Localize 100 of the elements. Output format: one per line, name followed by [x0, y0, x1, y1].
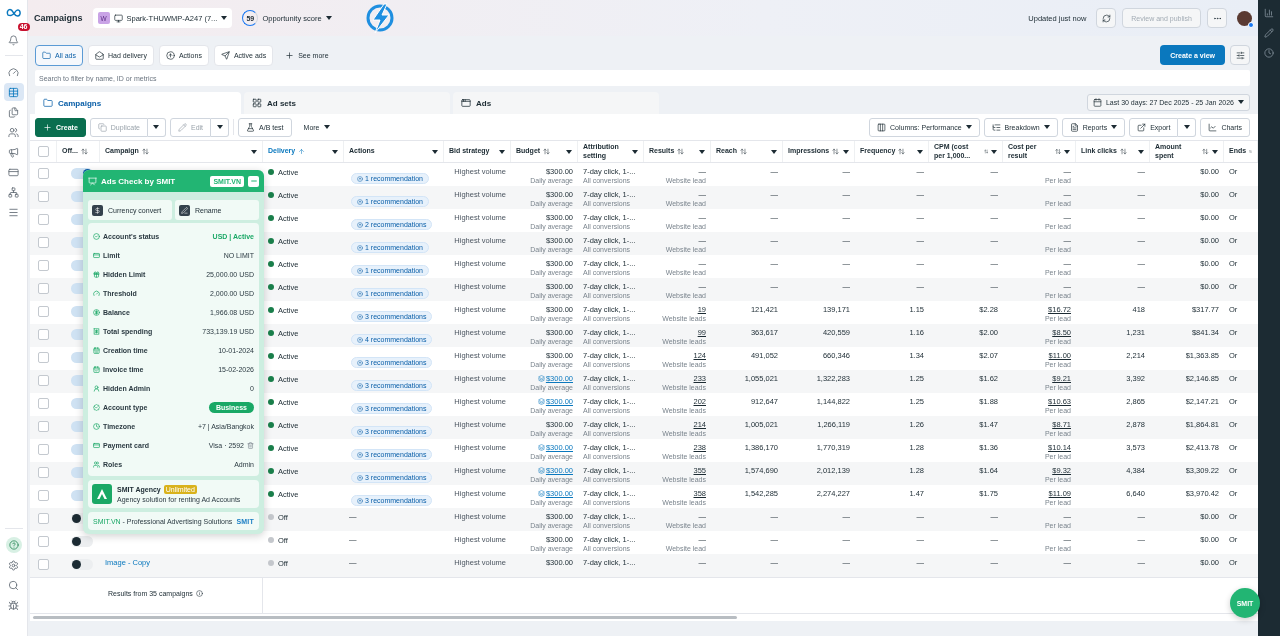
- sort-icon: [543, 148, 551, 155]
- checkbox[interactable]: [38, 352, 49, 363]
- caret-icon: [1111, 125, 1118, 129]
- sort-icon: [141, 148, 149, 155]
- view-settings-button[interactable]: [1230, 45, 1250, 65]
- checkbox[interactable]: [38, 168, 49, 179]
- caret-icon: [323, 125, 330, 129]
- sort-icon: [740, 148, 747, 155]
- caret-icon: [699, 149, 705, 154]
- checkbox[interactable]: [38, 191, 49, 202]
- menu-icon: [8, 206, 19, 218]
- checkbox[interactable]: [38, 237, 49, 248]
- toggle[interactable]: [71, 536, 93, 547]
- caret-icon: [1043, 125, 1050, 129]
- arrow-circle-icon: [357, 175, 363, 182]
- nav-item[interactable]: [3, 83, 24, 101]
- info-icon: [195, 590, 203, 597]
- breakdown-icon: [991, 122, 1001, 132]
- user-icon: [93, 385, 100, 392]
- mail-icon: [95, 50, 104, 60]
- copy-icon: [97, 122, 107, 132]
- trash-icon: [247, 442, 254, 449]
- caret-icon: [843, 149, 849, 154]
- report-icon: [1069, 122, 1079, 132]
- checkbox[interactable]: [38, 260, 49, 271]
- scrollbar[interactable]: [33, 616, 737, 619]
- caret-icon: [432, 149, 438, 154]
- checkbox[interactable]: [38, 329, 49, 340]
- send-icon: [220, 50, 230, 60]
- sort-icon: [298, 148, 306, 155]
- checkbox[interactable]: [38, 444, 49, 455]
- toggle[interactable]: [71, 559, 93, 570]
- sort-icon: [1119, 148, 1127, 155]
- pencil-icon: [178, 122, 187, 132]
- arrow-circle-icon: [357, 451, 363, 458]
- layers-icon: [537, 444, 545, 451]
- arrow-circle-icon: [357, 405, 363, 412]
- pages-icon: [8, 106, 19, 118]
- checkbox[interactable]: [38, 513, 49, 524]
- arrow-circle-icon: [357, 428, 363, 435]
- arrow-circle-icon: [357, 382, 363, 389]
- bar-chart-icon: [1264, 8, 1274, 18]
- checkbox[interactable]: [38, 490, 49, 501]
- infinity-logo: [5, 8, 22, 17]
- line-chart-icon: [1208, 122, 1218, 132]
- checkbox[interactable]: [38, 559, 49, 570]
- checkbox[interactable]: [38, 375, 49, 386]
- plus-icon: [43, 122, 52, 132]
- caret-icon: [1183, 125, 1190, 129]
- checkbox[interactable]: [38, 306, 49, 317]
- layers-icon: [537, 375, 545, 382]
- tab[interactable]: Campaigns: [35, 92, 241, 114]
- arrow-circle-icon: [357, 290, 363, 297]
- arrow-circle-icon: [357, 359, 363, 366]
- sort-icon: [1202, 148, 1209, 155]
- tab[interactable]: Ad sets: [244, 92, 450, 114]
- plus-icon: [285, 50, 295, 60]
- caret-icon: [251, 149, 257, 154]
- check-icon: [93, 233, 100, 240]
- checkbox[interactable]: [38, 536, 49, 547]
- avatar[interactable]: [1237, 10, 1252, 26]
- card-icon: [93, 442, 100, 449]
- caret-icon: [965, 125, 972, 129]
- settings-icon: [8, 559, 19, 571]
- dropdown-button[interactable]: [211, 117, 230, 137]
- refresh-icon: [1101, 13, 1111, 23]
- minimize-button[interactable]: [248, 175, 259, 187]
- caret-icon: [216, 125, 223, 129]
- bell-icon: [8, 34, 19, 46]
- receipt-icon: [93, 328, 100, 335]
- sort-icon: [832, 148, 840, 155]
- folder-icon: [43, 98, 53, 108]
- panel-title: Ads Check by SMIT: [101, 176, 177, 186]
- card-icon: [93, 252, 100, 259]
- grid-icon: [252, 98, 262, 108]
- checkbox[interactable]: [38, 398, 49, 409]
- checkbox[interactable]: [38, 421, 49, 432]
- checkbox[interactable]: [38, 146, 49, 157]
- window-icon: [461, 98, 471, 108]
- calendar-icon: [93, 366, 100, 373]
- checkbox[interactable]: [38, 214, 49, 225]
- arrow-circle-icon: [357, 336, 363, 343]
- help-button[interactable]: [5, 537, 22, 553]
- refresh-button[interactable]: [1096, 8, 1117, 28]
- caret-icon: [499, 149, 505, 154]
- caret-icon: [917, 149, 923, 154]
- checkbox[interactable]: [38, 283, 49, 294]
- agency-logo: [92, 484, 112, 504]
- gift-icon: [93, 271, 100, 278]
- calendar-icon: [1092, 97, 1102, 107]
- caret-icon: [771, 149, 777, 154]
- more-button[interactable]: [1207, 8, 1227, 28]
- gauge-icon: [8, 66, 19, 78]
- help-icon: [8, 540, 19, 550]
- coin-icon: [93, 309, 100, 316]
- dropdown-button[interactable]: [1178, 117, 1197, 137]
- arrow-circle-icon: [165, 50, 175, 60]
- caret-icon: [991, 149, 997, 154]
- tab[interactable]: Ads: [453, 92, 659, 114]
- checkbox[interactable]: [38, 467, 49, 478]
